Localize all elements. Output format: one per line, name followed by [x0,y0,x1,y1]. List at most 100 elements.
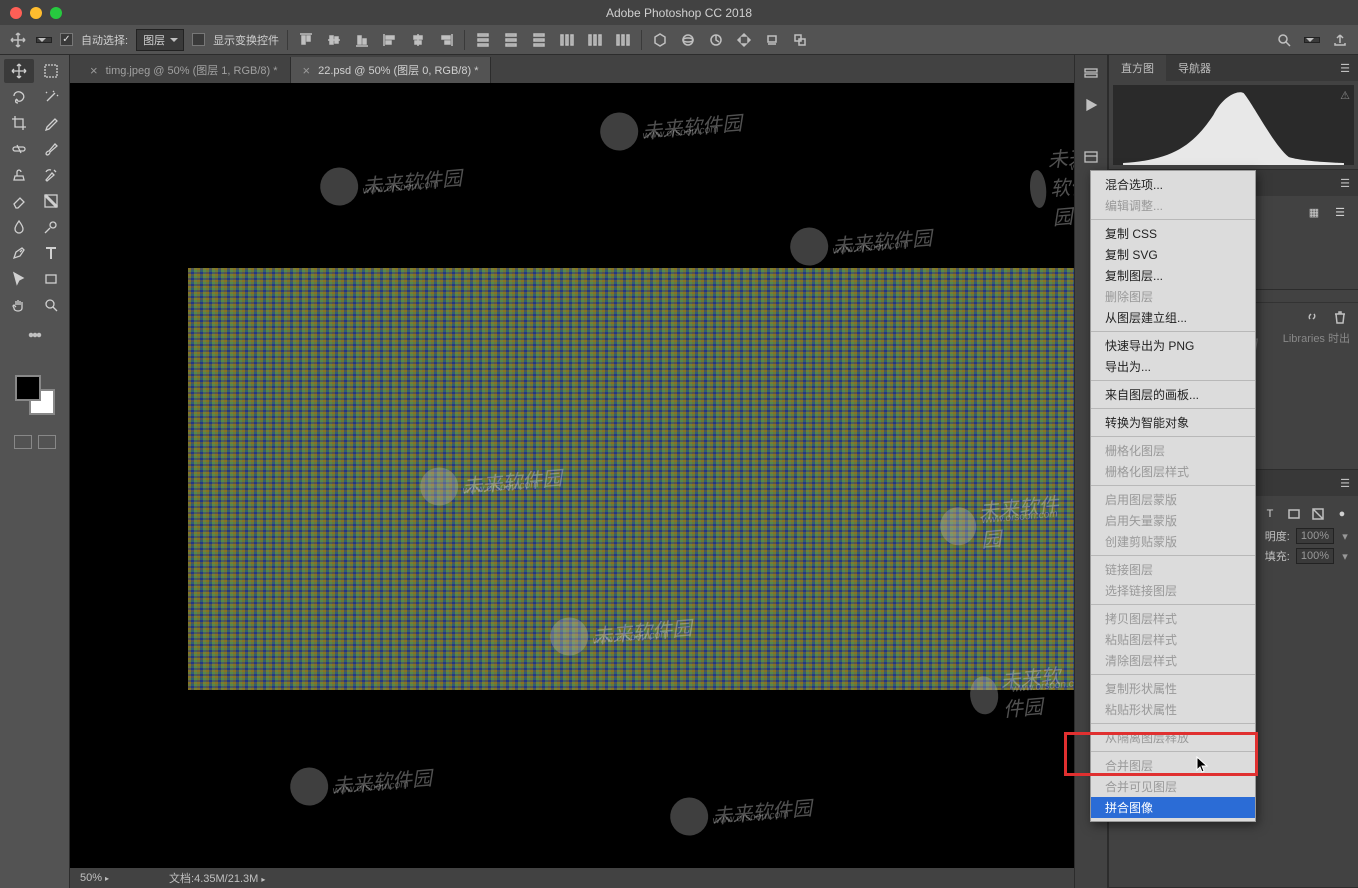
align-hcenter-icon[interactable] [408,30,428,50]
separator [464,30,465,50]
3d-slide-icon[interactable] [762,30,782,50]
zoom-level[interactable]: 50% [80,872,109,884]
distribute-left-icon[interactable] [557,30,577,50]
blur-tool[interactable] [4,215,34,239]
move-tool-indicator-icon[interactable] [8,30,28,50]
eraser-tool[interactable] [4,189,34,213]
close-tab-icon[interactable]: × [303,63,311,78]
filter-shape-icon[interactable] [1286,506,1302,522]
gradient-tool[interactable] [36,189,66,213]
edit-toolbar-icon[interactable] [25,325,45,345]
menu-link-layers: 链接图层 [1091,559,1255,580]
hand-tool[interactable] [4,293,34,317]
path-selection-tool[interactable] [4,267,34,291]
search-icon[interactable] [1274,30,1294,50]
trash-icon[interactable] [1330,307,1350,327]
distribute-hcenter-icon[interactable] [585,30,605,50]
minimize-window-button[interactable] [30,7,42,19]
type-tool[interactable] [36,241,66,265]
navigator-tab[interactable]: 导航器 [1166,55,1223,81]
opacity-value[interactable]: 100% [1296,528,1334,544]
color-swatches[interactable] [15,375,55,415]
share-icon[interactable] [1330,30,1350,50]
menu-blend-options[interactable]: 混合选项... [1091,174,1255,195]
menu-paste-shape-attr: 粘贴形状属性 [1091,699,1255,720]
move-tool[interactable] [4,59,34,83]
quick-mask-icon[interactable] [14,435,32,449]
pen-tool[interactable] [4,241,34,265]
panel-menu-icon[interactable]: ☰ [1332,55,1358,81]
histogram-tab[interactable]: 直方图 [1109,55,1166,81]
menu-convert-smart[interactable]: 转换为智能对象 [1091,412,1255,433]
menu-clear-layer-style: 清除图层样式 [1091,650,1255,671]
tool-preset-dropdown[interactable] [36,37,52,43]
panel-icon[interactable] [1079,145,1103,169]
align-left-icon[interactable] [380,30,400,50]
menu-copy-css[interactable]: 复制 CSS [1091,223,1255,244]
rectangular-marquee-tool[interactable] [36,59,66,83]
dodge-tool[interactable] [36,215,66,239]
distribute-top-icon[interactable] [473,30,493,50]
warning-icon[interactable]: ⚠ [1340,89,1350,102]
histogram-panel: 直方图 导航器 ☰ ⚠ [1109,55,1358,170]
crop-tool[interactable] [4,111,34,135]
eyedropper-tool[interactable] [36,111,66,135]
3d-orbit-icon[interactable] [678,30,698,50]
menu-quick-export-png[interactable]: 快速导出为 PNG [1091,335,1255,356]
menu-group-from-layers[interactable]: 从图层建立组... [1091,307,1255,328]
link-icon[interactable] [1302,307,1322,327]
spot-healing-tool[interactable] [4,137,34,161]
align-top-icon[interactable] [296,30,316,50]
magic-wand-tool[interactable] [36,85,66,109]
maximize-window-button[interactable] [50,7,62,19]
auto-select-checkbox[interactable] [60,33,73,46]
doc-info[interactable]: 文档:4.35M/21.3M [169,870,265,886]
align-right-icon[interactable] [436,30,456,50]
clone-stamp-tool[interactable] [4,163,34,187]
3d-pan-icon[interactable] [734,30,754,50]
align-bottom-icon[interactable] [352,30,372,50]
brush-tool[interactable] [36,137,66,161]
panel-icon[interactable] [1079,61,1103,85]
panel-menu-icon[interactable]: ☰ [1332,170,1358,196]
3d-mode-icon[interactable] [650,30,670,50]
play-icon[interactable] [1079,93,1103,117]
menu-rasterize-layer: 栅格化图层 [1091,440,1255,461]
menu-merge-visible: 合并可见图层 [1091,776,1255,797]
distribute-right-icon[interactable] [613,30,633,50]
panel-menu-icon[interactable]: ☰ [1332,470,1358,496]
close-window-button[interactable] [10,7,22,19]
menu-export-as[interactable]: 导出为... [1091,356,1255,377]
document-tab[interactable]: × 22.psd @ 50% (图层 0, RGB/8) * [291,57,492,83]
lasso-tool[interactable] [4,85,34,109]
grid-view-icon[interactable]: ▦ [1304,202,1324,222]
menu-copy-shape-attr: 复制形状属性 [1091,678,1255,699]
distribute-vcenter-icon[interactable] [501,30,521,50]
menu-copy-svg[interactable]: 复制 SVG [1091,244,1255,265]
menu-delete-layer: 删除图层 [1091,286,1255,307]
menu-copy-layer[interactable]: 复制图层... [1091,265,1255,286]
fill-value[interactable]: 100% [1296,548,1334,564]
align-vcenter-icon[interactable] [324,30,344,50]
show-transform-checkbox[interactable] [192,33,205,46]
close-tab-icon[interactable]: × [90,63,98,78]
document-tabs: × timg.jpeg @ 50% (图层 1, RGB/8) * × 22.p… [70,55,1074,83]
3d-roll-icon[interactable] [706,30,726,50]
filter-toggle-icon[interactable]: ● [1334,506,1350,522]
canvas[interactable]: 未来软件园www.orsoon.com 未来软件园www.orsoon.com … [70,83,1074,868]
zoom-tool[interactable] [36,293,66,317]
distribute-bottom-icon[interactable] [529,30,549,50]
workspace-dropdown[interactable] [1304,37,1320,43]
rectangle-tool[interactable] [36,267,66,291]
3d-scale-icon[interactable] [790,30,810,50]
auto-select-dropdown[interactable]: 图层 [136,29,184,51]
screen-mode-icon[interactable] [38,435,56,449]
menu-flatten-image[interactable]: 拼合图像 [1091,797,1255,818]
filter-smart-icon[interactable] [1310,506,1326,522]
filter-text-icon[interactable]: T [1262,506,1278,522]
document-tab[interactable]: × timg.jpeg @ 50% (图层 1, RGB/8) * [78,57,291,83]
list-view-icon[interactable]: ☰ [1330,202,1350,222]
history-brush-tool[interactable] [36,163,66,187]
menu-artboard-from-layers[interactable]: 来自图层的画板... [1091,384,1255,405]
foreground-color[interactable] [15,375,41,401]
